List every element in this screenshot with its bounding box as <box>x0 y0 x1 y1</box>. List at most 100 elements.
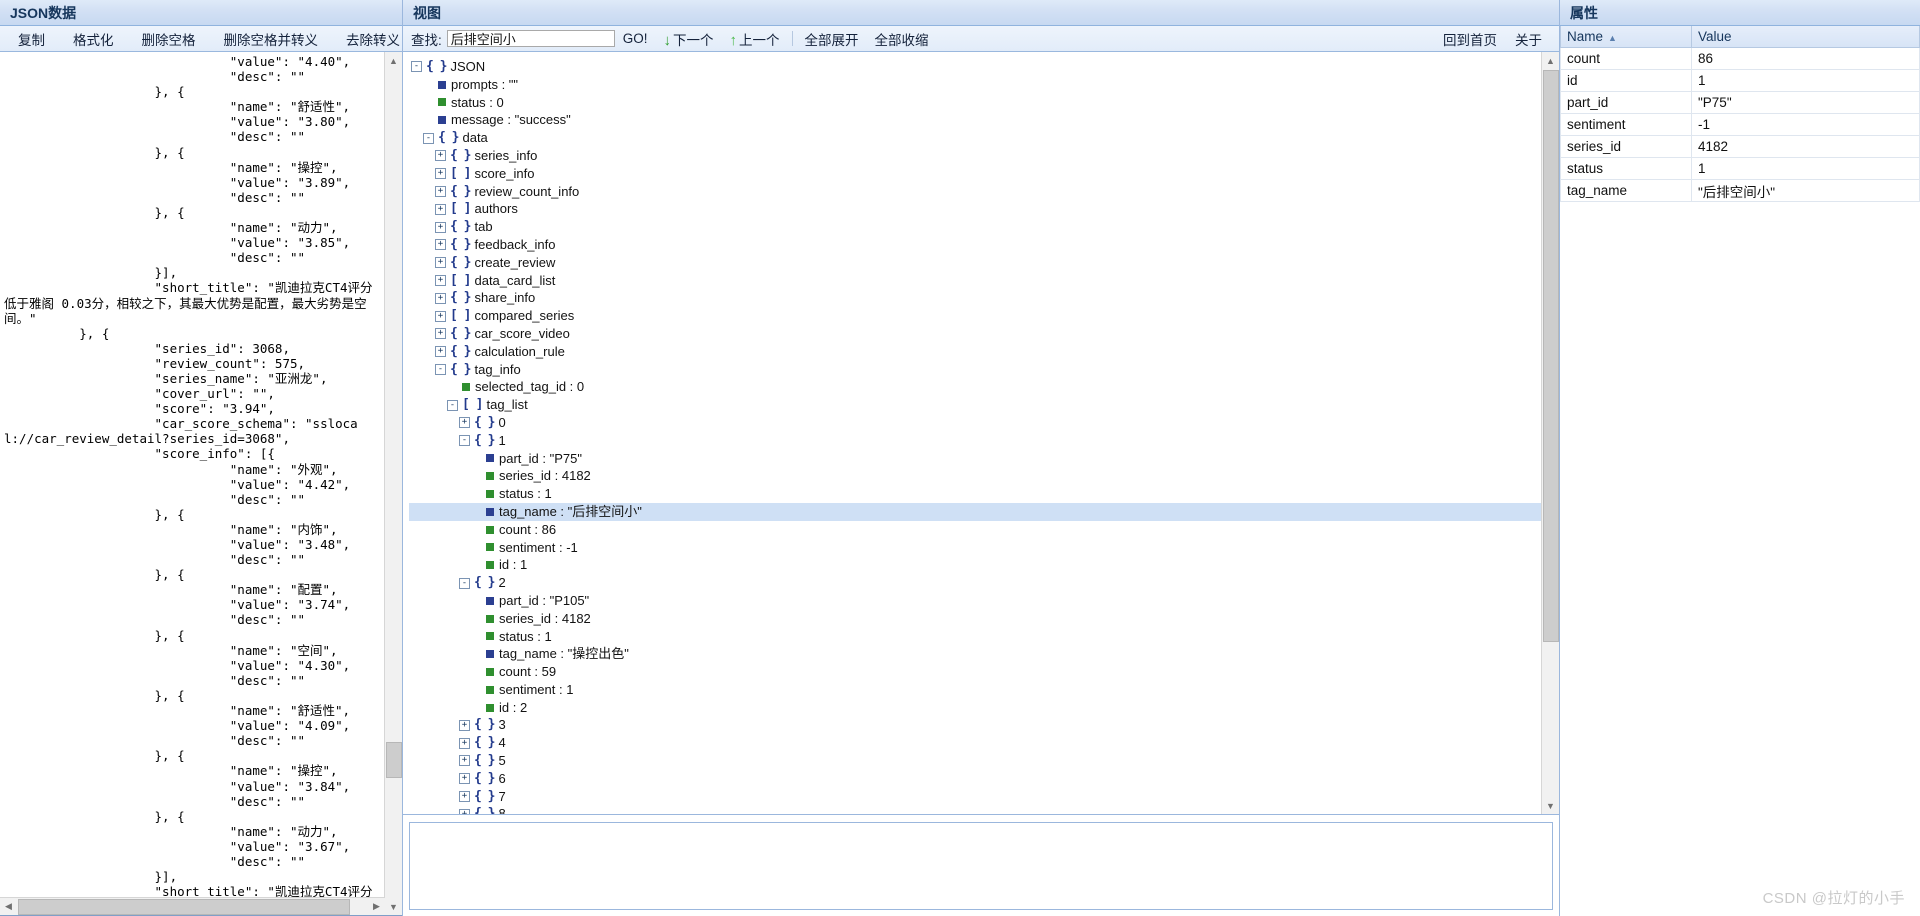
table-row[interactable]: tag_name "后排空间小" <box>1560 179 1920 202</box>
tree-node[interactable]: + { } 0 <box>409 414 1542 432</box>
tree-node[interactable]: -{ } data <box>409 129 1542 147</box>
expand-node-icon[interactable]: + <box>435 274 446 286</box>
scroll-up-icon[interactable]: ▲ <box>385 52 402 69</box>
json-source-vertical-scrollbar[interactable]: ▲ ▼ <box>384 52 402 915</box>
tree-node[interactable]: part_id : "P75" <box>409 450 1542 468</box>
expand-node-icon[interactable]: + <box>435 239 446 251</box>
collapse-node-icon[interactable]: - <box>459 577 470 589</box>
expand-node-icon[interactable]: + <box>459 791 470 803</box>
expand-node-icon[interactable]: + <box>435 185 446 197</box>
horizontal-scroll-thumb[interactable] <box>18 899 350 915</box>
tree-node[interactable]: + { } tab <box>409 218 1542 236</box>
scroll-down-icon[interactable]: ▼ <box>1542 797 1559 814</box>
tree-node[interactable]: -[ ] tag_list <box>409 396 1542 414</box>
table-row[interactable]: count 86 <box>1560 47 1920 70</box>
expand-node-icon[interactable]: + <box>435 150 446 162</box>
json-source-text[interactable]: "value": "4.40", "desc": "" }, { "name":… <box>2 54 384 897</box>
tree-node[interactable]: + { } 5 <box>409 752 1542 770</box>
collapse-all-button[interactable]: 全部收缩 <box>867 29 937 49</box>
table-row[interactable]: series_id 4182 <box>1560 135 1920 158</box>
collapse-node-icon[interactable]: - <box>423 132 434 144</box>
tree-node[interactable]: series_id : 4182 <box>409 467 1542 485</box>
tree-node[interactable]: + { } 7 <box>409 788 1542 806</box>
collapse-node-icon[interactable]: - <box>411 61 422 73</box>
home-link[interactable]: 回到首页 <box>1434 29 1506 49</box>
expand-node-icon[interactable]: + <box>459 719 470 731</box>
tree-node[interactable]: + { } car_score_video <box>409 325 1542 343</box>
scroll-down-icon[interactable]: ▼ <box>385 898 402 915</box>
tree-node[interactable]: id : 2 <box>409 699 1542 717</box>
json-tree[interactable]: -{ } JSON prompts : "" status : 0 message : … <box>403 52 1542 814</box>
tree-node[interactable]: -{ } 2 <box>409 574 1542 592</box>
tree-node[interactable]: + { } feedback_info <box>409 236 1542 254</box>
column-header-value[interactable]: Value <box>1691 26 1920 48</box>
json-source-horizontal-scrollbar[interactable]: ◀ ▶ <box>0 897 385 915</box>
expand-node-icon[interactable]: + <box>435 310 446 322</box>
tree-node[interactable]: + { } create_review <box>409 254 1542 272</box>
expand-node-icon[interactable]: + <box>459 755 470 767</box>
vertical-scroll-thumb[interactable] <box>1543 70 1559 642</box>
find-next-button[interactable]: ↓ 下一个 <box>656 29 722 49</box>
collapse-node-icon[interactable]: - <box>459 435 470 447</box>
tree-node[interactable]: count : 59 <box>409 663 1542 681</box>
tree-node[interactable]: -{ } 1 <box>409 432 1542 450</box>
table-row[interactable]: part_id "P75" <box>1560 91 1920 114</box>
tree-node[interactable]: + [ ] score_info <box>409 165 1542 183</box>
remove-whitespace-escape-button[interactable]: 删除空格并转义 <box>210 29 333 49</box>
tree-node[interactable]: count : 86 <box>409 521 1542 539</box>
vertical-scroll-thumb[interactable] <box>386 742 402 778</box>
expand-node-icon[interactable]: + <box>459 773 470 785</box>
tree-vertical-scrollbar[interactable]: ▲ ▼ <box>1541 52 1559 814</box>
tree-node[interactable]: message : "success" <box>409 111 1542 129</box>
tree-node[interactable]: + { } 6 <box>409 770 1542 788</box>
expand-node-icon[interactable]: + <box>459 417 470 429</box>
tree-node[interactable]: selected_tag_id : 0 <box>409 378 1542 396</box>
tree-node[interactable]: tag_name : "后排空间小" <box>409 502 1542 521</box>
tree-node[interactable]: + { } review_count_info <box>409 183 1542 201</box>
expand-node-icon[interactable]: + <box>435 221 446 233</box>
scroll-up-icon[interactable]: ▲ <box>1542 52 1559 69</box>
expand-all-button[interactable]: 全部展开 <box>797 29 867 49</box>
scroll-right-icon[interactable]: ▶ <box>368 898 385 915</box>
tree-node[interactable]: status : 1 <box>409 485 1542 503</box>
copy-button[interactable]: 复制 <box>4 29 59 49</box>
tree-node[interactable]: + { } 3 <box>409 716 1542 734</box>
expand-node-icon[interactable]: + <box>459 737 470 749</box>
expand-node-icon[interactable]: + <box>435 292 446 304</box>
tree-node[interactable]: id : 1 <box>409 556 1542 574</box>
expand-node-icon[interactable]: + <box>435 328 446 340</box>
tree-node[interactable]: + { } 8 <box>409 805 1542 814</box>
tree-node[interactable]: + [ ] compared_series <box>409 307 1542 325</box>
tree-node[interactable]: sentiment : 1 <box>409 681 1542 699</box>
remove-whitespace-button[interactable]: 删除空格 <box>128 29 210 49</box>
collapse-node-icon[interactable]: - <box>435 363 446 375</box>
find-previous-button[interactable]: ↑ 上一个 <box>722 29 788 49</box>
table-row[interactable]: id 1 <box>1560 69 1920 92</box>
tree-node[interactable]: part_id : "P105" <box>409 592 1542 610</box>
about-link[interactable]: 关于 <box>1506 29 1551 49</box>
tree-node[interactable]: + { } series_info <box>409 147 1542 165</box>
table-row[interactable]: status 1 <box>1560 157 1920 180</box>
tree-node[interactable]: + [ ] authors <box>409 200 1542 218</box>
tree-node[interactable]: + { } calculation_rule <box>409 343 1542 361</box>
expand-node-icon[interactable]: + <box>435 168 446 180</box>
tree-node[interactable]: status : 1 <box>409 628 1542 646</box>
expand-node-icon[interactable]: + <box>459 808 470 814</box>
tree-node[interactable]: prompts : "" <box>409 76 1542 94</box>
tree-node[interactable]: + [ ] data_card_list <box>409 272 1542 290</box>
expand-node-icon[interactable]: + <box>435 346 446 358</box>
expand-node-icon[interactable]: + <box>435 203 446 215</box>
column-header-name[interactable]: Name ▲ <box>1560 26 1692 48</box>
collapse-node-icon[interactable]: - <box>447 399 458 411</box>
table-row[interactable]: sentiment -1 <box>1560 113 1920 136</box>
tree-node[interactable]: status : 0 <box>409 94 1542 112</box>
tree-node[interactable]: -{ } JSON <box>409 58 1542 76</box>
find-input[interactable] <box>446 30 615 47</box>
tree-node[interactable]: tag_name : "操控出色" <box>409 645 1542 663</box>
expand-node-icon[interactable]: + <box>435 257 446 269</box>
tree-node[interactable]: sentiment : -1 <box>409 539 1542 557</box>
scroll-left-icon[interactable]: ◀ <box>0 898 17 915</box>
tree-node[interactable]: + { } 4 <box>409 734 1542 752</box>
format-button[interactable]: 格式化 <box>59 29 128 49</box>
unescape-button[interactable]: 去除转义 <box>332 29 414 49</box>
